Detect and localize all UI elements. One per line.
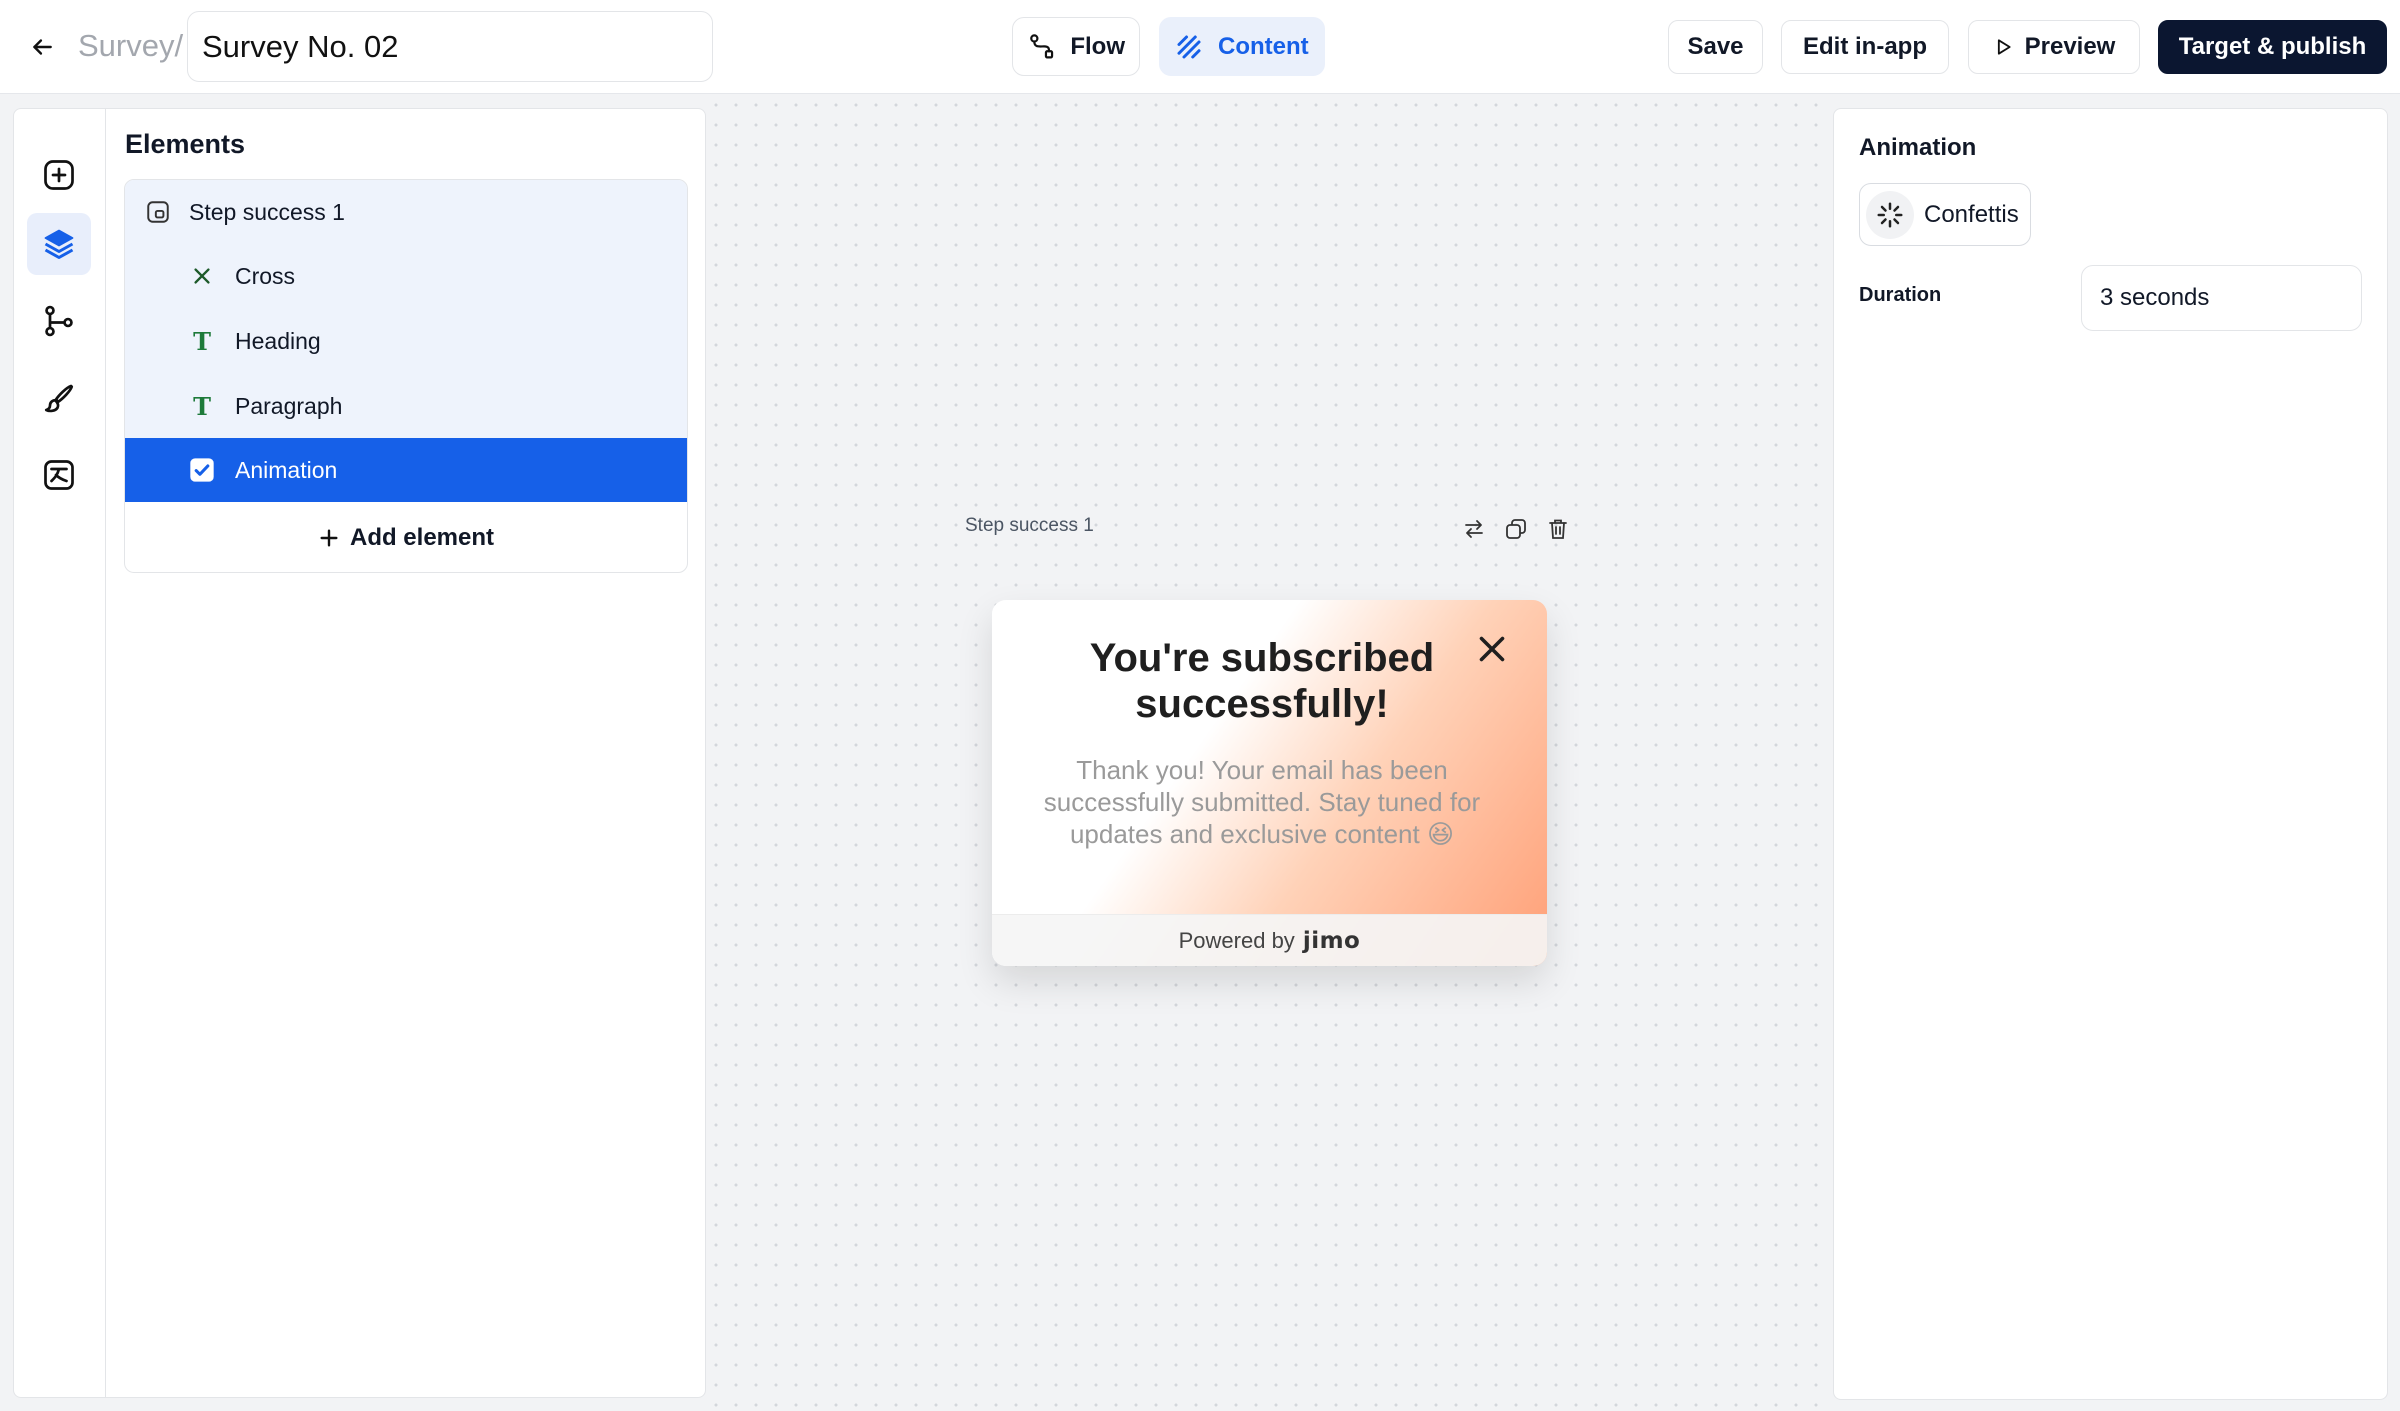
save-button[interactable]: Save: [1668, 20, 1763, 74]
tree-item-label: Paragraph: [235, 392, 343, 419]
elements-tree: Step success 1 Cross T Heading T Paragra…: [124, 179, 688, 573]
content-tab[interactable]: Content: [1159, 17, 1325, 76]
preview-button[interactable]: Preview: [1968, 20, 2140, 74]
translate-button[interactable]: [27, 444, 91, 506]
tool-rail: [14, 109, 106, 1397]
plus-square-icon: [44, 160, 74, 190]
animation-type-label: Confettis: [1924, 200, 2019, 228]
delete-button[interactable]: [1544, 515, 1572, 543]
play-icon: [1997, 39, 2011, 55]
content-icon: [1177, 35, 1201, 58]
tree-item-label: Cross: [235, 262, 296, 289]
save-button-label: Save: [1687, 33, 1744, 60]
text-icon: T: [193, 326, 211, 356]
step-label: Step success 1: [965, 515, 1094, 536]
duration-input[interactable]: [2081, 265, 2362, 331]
duration-label: Duration: [1859, 284, 1942, 306]
layers-button[interactable]: [27, 213, 91, 275]
add-element-button[interactable]: Add element: [125, 502, 687, 572]
cross-icon: [187, 261, 217, 291]
step-icon: [143, 197, 173, 227]
tree-item-heading[interactable]: T Heading: [125, 309, 687, 373]
flow-tab-label: Flow: [1070, 32, 1125, 60]
left-panel: Elements Step success 1 Cross T Heading …: [13, 108, 706, 1398]
step-toolbar: [1460, 515, 1572, 543]
trash-icon: [1549, 519, 1567, 539]
animation-type-select[interactable]: Confettis: [1859, 183, 2031, 246]
duplicate-icon: [1506, 519, 1526, 539]
edit-in-app-label: Edit in-app: [1803, 33, 1927, 60]
branch-icon: [45, 305, 73, 337]
plus-icon: [320, 529, 338, 547]
duplicate-button[interactable]: [1502, 515, 1530, 543]
properties-title: Animation: [1859, 134, 1977, 161]
tree-item-animation[interactable]: Animation: [125, 438, 687, 502]
layers-icon: [44, 229, 74, 259]
top-bar: Survey/ Flow Content Save Edit in-app Pr…: [0, 0, 2400, 94]
properties-panel: Animation Confettis Duration: [1833, 108, 2388, 1400]
target-publish-label: Target & publish: [2178, 33, 2367, 60]
confetti-icon: [1866, 190, 1914, 239]
add-element-label: Add element: [349, 524, 495, 551]
card-paragraph[interactable]: Thank you! Your email has been successfu…: [1022, 754, 1502, 850]
flow-branch-button[interactable]: [27, 290, 91, 352]
translate-icon: [44, 460, 74, 490]
tree-item-paragraph[interactable]: T Paragraph: [125, 374, 687, 438]
flow-tab[interactable]: Flow: [1012, 17, 1140, 76]
back-button[interactable]: [22, 28, 62, 66]
powered-by-label: Powered by: [1178, 927, 1295, 953]
tree-item-label: Animation: [235, 456, 338, 483]
style-button[interactable]: [27, 367, 91, 429]
tree-item-step-success[interactable]: Step success 1: [125, 180, 687, 244]
card-heading[interactable]: You're subscribed successfully!: [1032, 635, 1492, 727]
arrow-left-icon: [33, 39, 52, 55]
tree-item-label: Heading: [235, 327, 321, 354]
survey-title-input[interactable]: [187, 11, 713, 82]
swap-icon: [1465, 520, 1483, 538]
preview-button-label: Preview: [2024, 33, 2116, 60]
elements-title: Elements: [125, 129, 246, 159]
brush-icon: [44, 384, 74, 413]
tree-item-cross[interactable]: Cross: [125, 244, 687, 308]
swap-button[interactable]: [1460, 515, 1488, 543]
target-publish-button[interactable]: Target & publish: [2158, 20, 2387, 74]
text-icon: T: [193, 391, 211, 421]
flow-icon: [1030, 33, 1054, 58]
content-tab-label: Content: [1218, 32, 1309, 60]
add-block-button[interactable]: [27, 144, 91, 206]
powered-by-footer: Powered by jimo: [992, 914, 1547, 966]
jimo-logo: jimo: [1302, 927, 1361, 954]
tree-item-label: Step success 1: [189, 198, 345, 225]
success-card[interactable]: You're subscribed successfully! Thank yo…: [992, 600, 1547, 966]
checkbox-icon: [187, 455, 217, 485]
edit-in-app-button[interactable]: Edit in-app: [1781, 20, 1949, 74]
breadcrumb[interactable]: Survey/: [78, 26, 183, 66]
